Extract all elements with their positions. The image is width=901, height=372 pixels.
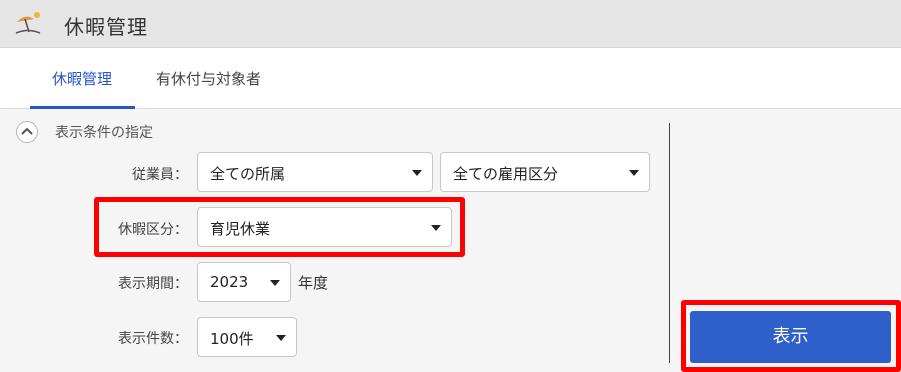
caret-down-icon <box>412 170 422 176</box>
tab-bar: 休暇管理 有休付与対象者 <box>0 48 901 109</box>
beach-umbrella-icon <box>15 12 41 34</box>
show-button[interactable]: 表示 <box>690 311 891 363</box>
title-bar: 休暇管理 <box>0 0 901 48</box>
vertical-divider <box>669 123 670 363</box>
department-select[interactable]: 全ての所属 <box>197 152 433 192</box>
leave-type-label: 休暇区分： <box>118 222 188 238</box>
caret-down-icon <box>270 280 280 286</box>
page-title: 休暇管理 <box>64 15 148 39</box>
period-select[interactable]: 2023 <box>197 262 291 302</box>
caret-down-icon <box>431 225 441 231</box>
employee-label: 従業員： <box>132 167 188 183</box>
caret-down-icon <box>276 335 286 341</box>
collapse-toggle[interactable] <box>16 121 38 143</box>
period-unit: 年度 <box>298 274 329 292</box>
leave-type-value: 育児休業 <box>210 220 271 238</box>
count-select[interactable]: 100件 <box>197 317 297 357</box>
count-value: 100件 <box>210 330 254 348</box>
count-label: 表示件数： <box>118 331 188 347</box>
section-title: 表示条件の指定 <box>55 125 153 141</box>
tab-paid-leave-recipients[interactable]: 有休付与対象者 <box>156 68 261 89</box>
employment-type-value: 全ての雇用区分 <box>453 165 559 183</box>
department-value: 全ての所属 <box>210 165 286 183</box>
period-label: 表示期間： <box>118 276 188 292</box>
leave-type-select[interactable]: 育児休業 <box>197 207 452 247</box>
filter-panel: 表示条件の指定 従業員： 全ての所属 全ての雇用区分 休暇区分： 育児休業 表示… <box>0 109 901 372</box>
caret-down-icon <box>629 170 639 176</box>
employment-type-select[interactable]: 全ての雇用区分 <box>440 152 650 192</box>
tab-leave-management[interactable]: 休暇管理 <box>52 68 112 89</box>
period-value: 2023 <box>210 273 249 291</box>
chevron-up-icon <box>21 127 33 135</box>
